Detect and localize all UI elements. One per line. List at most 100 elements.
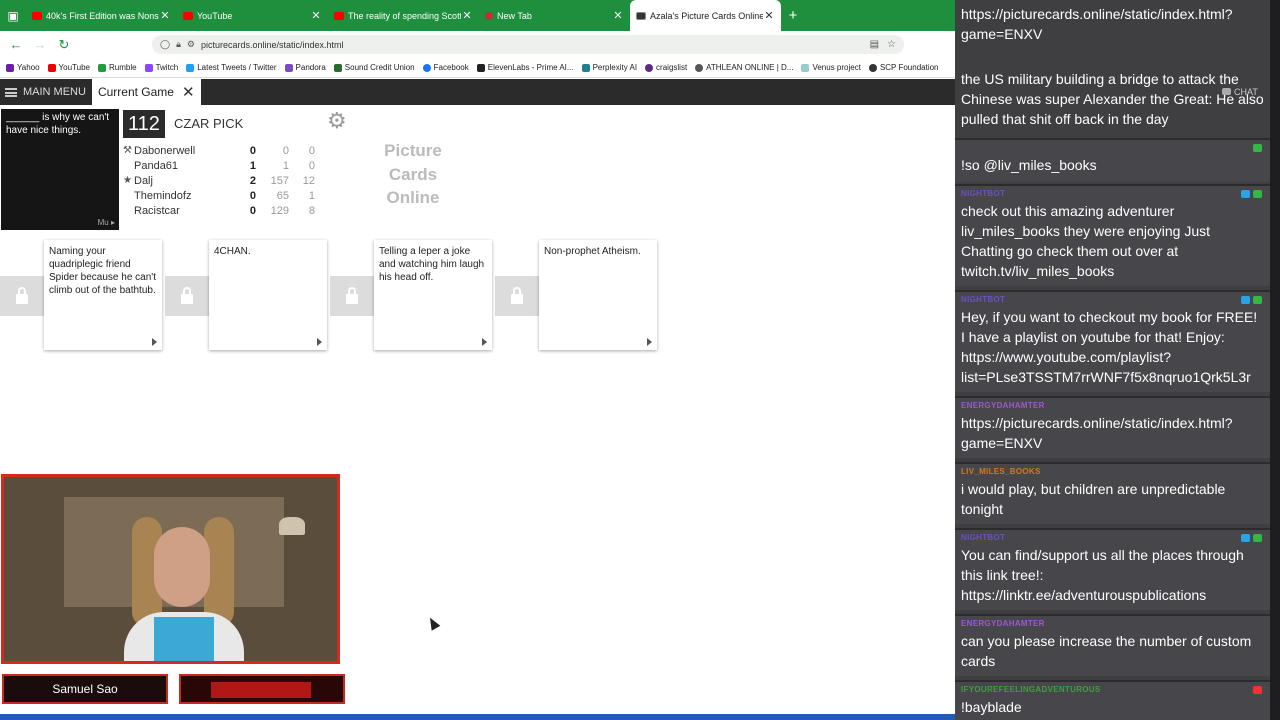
browser-tab[interactable]: New Tab ✕ (479, 0, 630, 31)
bookmark[interactable]: Facebook (422, 63, 469, 72)
bookmark[interactable]: craigslist (645, 63, 687, 72)
moderator-icon (1241, 296, 1250, 304)
bookmark[interactable]: ATHLEAN ONLINE | D... (695, 63, 793, 72)
bookmark-label: YouTube (58, 63, 90, 72)
white-card[interactable]: Telling a leper a joke and watching him … (374, 240, 492, 350)
bookmark[interactable]: YouTube (47, 63, 90, 72)
tab-label: New Tab (497, 10, 532, 21)
white-card-text: Non-prophet Atheism. (544, 246, 641, 257)
youtube-icon (47, 63, 56, 72)
site-info-icon[interactable]: ⚙ (187, 39, 195, 50)
tab-close-icon[interactable]: ✕ (310, 9, 322, 22)
address-bar[interactable]: ◯ 🔒︎ ⚙ picturecards.online/static/index.… (152, 35, 904, 54)
bookmark[interactable]: ElevenLabs - Prime AI... (476, 63, 574, 72)
bookmark[interactable]: Twitch (144, 63, 178, 72)
bookmark[interactable]: SCP Foundation (868, 63, 939, 72)
lock-button[interactable] (330, 276, 374, 316)
chat-overlay: https://picturecards.online/static/index… (955, 0, 1270, 720)
bookmark[interactable]: Yahoo (6, 63, 40, 72)
white-card-text: Naming your quadriplegic friend Spider b… (49, 246, 156, 296)
badge-icon (1253, 190, 1262, 198)
lock-button[interactable] (495, 276, 539, 316)
bookmark-label: ATHLEAN ONLINE | D... (706, 63, 794, 72)
chat-label-text: CHAT (1234, 87, 1258, 97)
bookmark[interactable]: Rumble (97, 63, 137, 72)
chat-message-text: https://picturecards.online/static/index… (961, 415, 1233, 451)
player-stat: 157 (270, 174, 289, 187)
browser-tab-active[interactable]: Azala's Picture Cards Online ✕ (630, 0, 781, 31)
white-card[interactable]: Naming your quadriplegic friend Spider b… (44, 240, 162, 350)
bookmark[interactable]: Sound Credit Union (333, 63, 415, 72)
main-menu-button[interactable]: MAIN MENU (0, 79, 86, 105)
new-tab-button[interactable]: + (781, 0, 805, 31)
player-row: Racistcar 0 129 8 (123, 204, 323, 219)
chat-message-text: !bayblade (961, 699, 1022, 715)
chat-badges (1238, 190, 1262, 198)
chat-message-text: i would play, but children are unpredict… (961, 481, 1226, 517)
elevenlabs-icon (476, 63, 485, 72)
chat-badges (1250, 144, 1262, 152)
bookmark-label: ElevenLabs - Prime AI... (487, 63, 574, 72)
player-score: 0 (249, 205, 256, 218)
tab-current-game[interactable]: Current Game ✕ (91, 79, 201, 105)
pandora-icon (284, 63, 293, 72)
player-name: Racistcar (134, 205, 180, 218)
chat-message-text: Hey, if you want to checkout my book for… (961, 309, 1258, 385)
chat-message-text: !so @liv_miles_books (961, 157, 1097, 173)
card-arrow-icon[interactable] (317, 338, 322, 346)
bookmark[interactable]: Perplexity AI (581, 63, 638, 72)
tab-actions-icon[interactable]: ▣ (0, 0, 26, 31)
card-arrow-icon[interactable] (482, 338, 487, 346)
reader-icon[interactable]: ▤ (870, 39, 879, 50)
player-stat: 8 (308, 205, 315, 218)
facebook-icon (422, 63, 431, 72)
tab-close-icon[interactable]: ✕ (159, 9, 171, 22)
player-stat: 0 (308, 159, 315, 172)
bookmark[interactable]: Latest Tweets / Twitter (186, 63, 277, 72)
card-arrow-icon[interactable] (152, 338, 157, 346)
white-card[interactable]: 4CHAN. (209, 240, 327, 350)
tab-close-icon[interactable]: ✕ (461, 9, 473, 22)
mouse-cursor-icon (425, 615, 441, 631)
browser-tab[interactable]: 40k's First Edition was Nonsense ✕ (26, 0, 177, 31)
lock-icon (16, 287, 28, 304)
close-icon[interactable]: ✕ (182, 83, 195, 101)
site-icon (636, 11, 646, 20)
bookmark[interactable]: Venus project (801, 63, 861, 72)
forward-icon[interactable]: → (28, 37, 52, 52)
chat-message-text: can you please increase the number of cu… (961, 633, 1252, 669)
card-arrow-icon[interactable] (647, 338, 652, 346)
bookmark[interactable]: Pandora (284, 63, 326, 72)
chat-username: LIV_MILES_BOOKS (961, 467, 1041, 476)
game-status: CZAR PICK (174, 116, 244, 131)
lock-icon: 🔒︎ (176, 39, 181, 49)
chat-badges (1238, 296, 1262, 304)
browser-tab[interactable]: YouTube ✕ (177, 0, 328, 31)
game-nav-bar: MAIN MENU Current Game ✕ (0, 79, 955, 105)
tab-close-icon[interactable]: ✕ (763, 9, 775, 22)
reload-icon[interactable]: ↻ (52, 37, 76, 53)
player-stat: 0 (282, 144, 289, 157)
twitter-icon (186, 63, 195, 72)
tab-label: 40k's First Edition was Nonsense (46, 10, 159, 21)
player-stat: 12 (302, 174, 315, 187)
black-card-footer: Mu ▸ (97, 218, 115, 227)
bookmark-label: Perplexity AI (592, 63, 638, 72)
browser-tab[interactable]: The reality of spending Scottish ✕ (328, 0, 479, 31)
back-icon[interactable]: ← (4, 37, 28, 52)
bookmark-label: Pandora (295, 63, 326, 72)
tab-close-icon[interactable]: ✕ (612, 9, 624, 22)
chat-message-text: https://picturecards.online/static/index… (961, 6, 1233, 42)
player-stat: 1 (282, 159, 289, 172)
lock-button[interactable] (165, 276, 209, 316)
white-card[interactable]: Non-prophet Atheism. (539, 240, 657, 350)
bookmark-label: Rumble (108, 63, 137, 72)
url-text: picturecards.online/static/index.html (200, 39, 344, 50)
lock-icon (346, 287, 358, 304)
lock-icon (181, 287, 193, 304)
bookmark-star-icon[interactable]: ☆ (887, 39, 896, 50)
chat-message-text: check out this amazing adventurer liv_mi… (961, 203, 1211, 279)
lock-button[interactable] (0, 276, 44, 316)
settings-gear-icon[interactable]: ⚙ (327, 108, 347, 134)
chat-username: IFYOUREFEELINGADVENTUROUS (961, 685, 1101, 694)
